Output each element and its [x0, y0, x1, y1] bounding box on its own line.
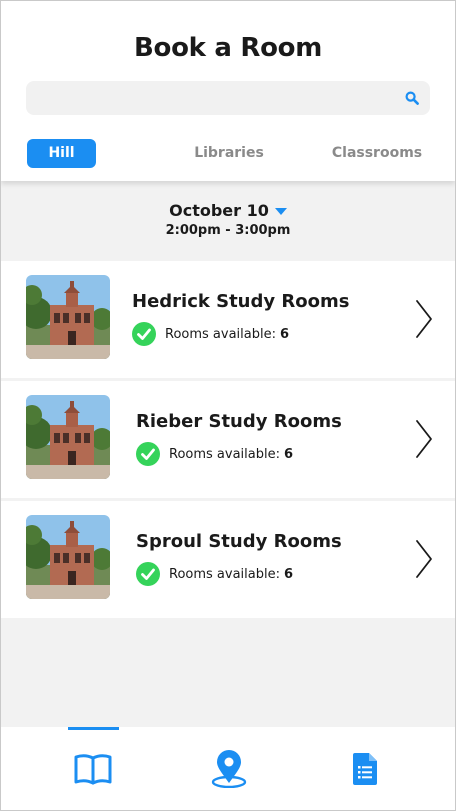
search-bar[interactable]: [26, 81, 430, 117]
availability: Rooms available: 6: [136, 562, 293, 586]
availability-count: 6: [279, 326, 290, 342]
availability-count: 6: [283, 446, 294, 462]
map-pin-icon: [211, 750, 247, 788]
tab-bar: Hill Libraries Classrooms: [1, 139, 455, 169]
time-range: 2:00pm - 3:00pm: [165, 223, 291, 238]
list-item[interactable]: Sproul Study Rooms Rooms available: 6: [1, 501, 455, 621]
active-tab-indicator: [68, 727, 119, 730]
tab-hill[interactable]: Hill: [27, 139, 96, 168]
date-picker: October 10 2:00pm - 3:00pm: [1, 201, 455, 238]
tab-libraries[interactable]: Libraries: [179, 139, 279, 168]
check-circle-icon: [136, 442, 160, 466]
date-selector[interactable]: October 10: [169, 201, 287, 220]
nav-rooms[interactable]: [73, 749, 113, 789]
nav-bookings[interactable]: [345, 749, 385, 789]
document-icon: [353, 753, 377, 785]
nav-map[interactable]: [209, 749, 249, 789]
building-thumbnail: [26, 515, 110, 599]
building-thumbnail: [26, 275, 110, 359]
chevron-right-icon[interactable]: [415, 419, 433, 459]
availability: Rooms available: 6: [132, 322, 289, 346]
check-circle-icon: [132, 322, 156, 346]
header: Book a Room Hill Libraries Classrooms: [1, 1, 455, 181]
date-label: October 10: [169, 201, 269, 220]
tab-classrooms[interactable]: Classrooms: [323, 139, 431, 168]
room-name: Hedrick Study Rooms: [132, 291, 350, 312]
availability-label: Rooms available:: [165, 326, 276, 342]
book-icon: [74, 754, 112, 785]
room-name: Sproul Study Rooms: [136, 531, 342, 552]
page-title: Book a Room: [133, 33, 323, 63]
availability: Rooms available: 6: [136, 442, 293, 466]
availability-label: Rooms available:: [169, 566, 280, 582]
chevron-right-icon[interactable]: [415, 299, 433, 339]
list-item[interactable]: Hedrick Study Rooms Rooms available: 6: [1, 261, 455, 381]
building-thumbnail: [26, 395, 110, 479]
room-list: Hedrick Study Rooms Rooms available: 6 R…: [1, 261, 455, 621]
availability-count: 6: [283, 566, 294, 582]
room-name: Rieber Study Rooms: [136, 411, 342, 432]
list-item[interactable]: Rieber Study Rooms Rooms available: 6: [1, 381, 455, 501]
chevron-right-icon[interactable]: [415, 539, 433, 579]
availability-label: Rooms available:: [169, 446, 280, 462]
bottom-nav: [1, 727, 455, 810]
caret-down-icon[interactable]: [274, 208, 287, 215]
check-circle-icon: [136, 562, 160, 586]
search-icon[interactable]: [405, 91, 419, 105]
app-frame: Book a Room Hill Libraries Classrooms Oc…: [0, 0, 456, 811]
search-input[interactable]: [36, 81, 400, 117]
